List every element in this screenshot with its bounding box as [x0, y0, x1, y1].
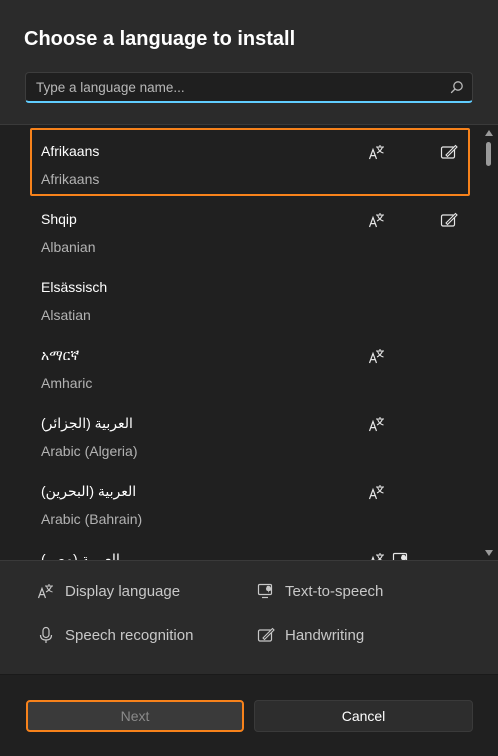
microphone-icon: [39, 626, 53, 643]
display-language-icon: [368, 417, 384, 432]
language-english-name: Arabic (Algeria): [41, 443, 138, 459]
legend-label: Handwriting: [285, 626, 365, 644]
display-language-icon: [37, 584, 53, 599]
dialog-footer: Next Cancel: [0, 674, 498, 756]
legend-speech-recognition: Speech recognition: [37, 626, 193, 644]
handwriting-icon: [440, 212, 458, 227]
legend-label: Speech recognition: [65, 626, 194, 644]
language-search-box[interactable]: [25, 72, 473, 103]
scroll-thumb[interactable]: [486, 142, 491, 166]
language-english-name: Arabic (Bahrain): [41, 511, 143, 527]
text-to-speech-icon: [392, 552, 408, 560]
language-item-albanian[interactable]: Shqip Albanian: [0, 198, 480, 266]
language-native-name: العربية (الجزائر): [41, 415, 133, 431]
next-button[interactable]: Next: [26, 700, 244, 732]
legend-display-language: Display language: [37, 582, 180, 600]
cancel-button[interactable]: Cancel: [254, 700, 473, 732]
legend-handwriting: Handwriting: [257, 626, 364, 644]
scroll-down-arrow-icon[interactable]: [485, 550, 493, 556]
language-native-name: Elsässisch: [41, 279, 108, 295]
language-english-name: Alsatian: [41, 307, 91, 323]
display-language-icon: [368, 349, 384, 364]
scroll-up-arrow-icon[interactable]: [485, 130, 493, 136]
language-english-name: Amharic: [41, 375, 93, 391]
language-search-input[interactable]: [36, 73, 436, 102]
language-item-arabic-algeria[interactable]: العربية (الجزائر) Arabic (Algeria): [0, 402, 480, 470]
display-language-icon: [368, 485, 384, 500]
text-to-speech-icon: [257, 583, 273, 599]
language-english-name: Albanian: [41, 239, 96, 255]
legend-text-to-speech: Text-to-speech: [257, 582, 383, 600]
language-item-alsatian[interactable]: Elsässisch Alsatian: [0, 266, 480, 334]
language-native-name: Shqip: [41, 211, 77, 227]
handwriting-icon: [257, 627, 275, 642]
list-scrollbar[interactable]: [480, 125, 498, 560]
language-native-name: العربية (البحرين): [41, 483, 137, 499]
legend-label: Display language: [65, 582, 181, 600]
language-native-name: አማርኛ: [41, 347, 80, 363]
language-list[interactable]: Afrikaans Afrikaans Shqip Albanian Elsäs…: [0, 124, 498, 560]
dialog-title: Choose a language to install: [24, 28, 296, 50]
language-item-arabic-bahrain[interactable]: العربية (البحرين) Arabic (Bahrain): [0, 470, 480, 538]
selected-item-focus-outline: [30, 128, 470, 196]
feature-legend: Display language Text-to-speech Speech r…: [0, 560, 498, 674]
search-icon[interactable]: [450, 80, 464, 94]
language-item-arabic-egypt[interactable]: العربية (مصر): [0, 538, 480, 560]
language-native-name: العربية (مصر): [41, 551, 120, 560]
legend-label: Text-to-speech: [285, 582, 384, 600]
display-language-icon: [371, 553, 384, 560]
display-language-icon: [368, 213, 384, 228]
language-item-amharic[interactable]: አማርኛ Amharic: [0, 334, 480, 402]
